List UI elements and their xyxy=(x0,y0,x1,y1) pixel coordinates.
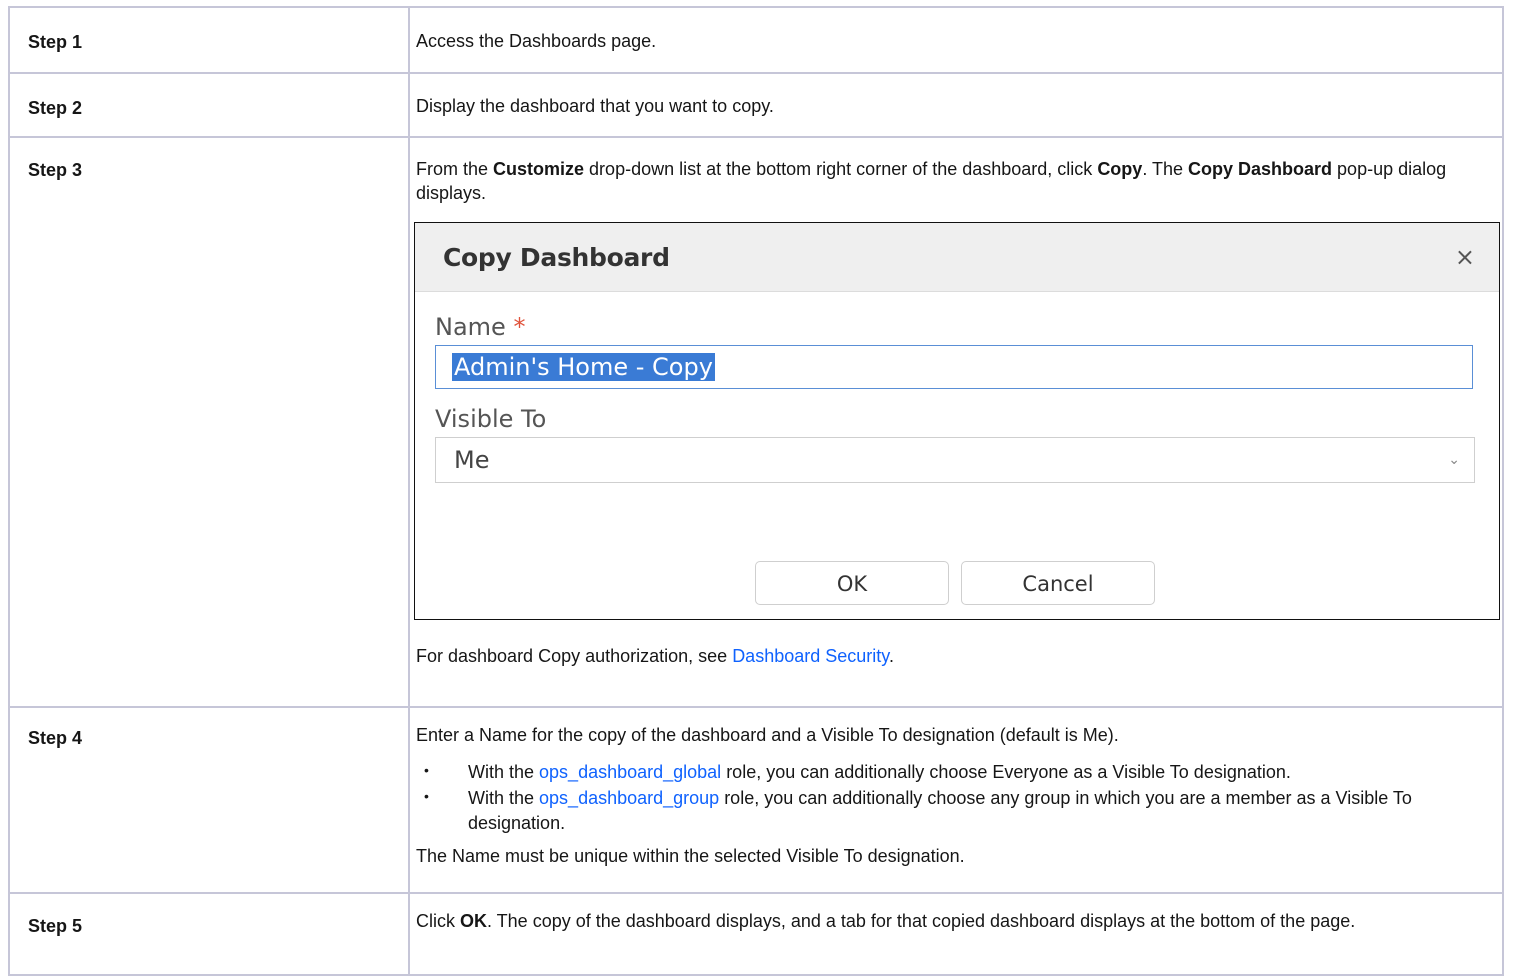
step-label: Step 1 xyxy=(28,32,83,52)
step-label: Step 3 xyxy=(28,160,83,180)
step-intro: Enter a Name for the copy of the dashboa… xyxy=(416,725,1119,745)
step-row: Step 3 From the Customize drop-down list… xyxy=(8,136,1504,708)
text-run: With the xyxy=(468,788,540,809)
step-label: Step 4 xyxy=(28,728,83,748)
text-run: drop-down list at the bottom right corne… xyxy=(584,159,1098,179)
bold-term: OK xyxy=(460,911,487,931)
cancel-button[interactable]: Cancel xyxy=(961,560,1155,605)
chevron-down-icon: ⌄ xyxy=(1448,451,1460,468)
visible-to-select[interactable]: Me ⌄ xyxy=(435,436,1475,483)
step-label: Step 5 xyxy=(28,916,83,936)
required-marker: * xyxy=(513,312,526,341)
step-description: Access the Dashboards page. xyxy=(416,31,657,51)
visible-to-label: Visible To xyxy=(435,404,547,433)
unique-name-note: The Name must be unique within the selec… xyxy=(416,845,965,866)
text-run: For dashboard Copy authorization, see xyxy=(416,645,733,666)
step-label: Step 2 xyxy=(28,98,83,118)
authorization-note: For dashboard Copy authorization, see Da… xyxy=(410,620,1502,667)
step-row: Step 1 Access the Dashboards page. xyxy=(8,6,1504,74)
ops-dashboard-group-link[interactable]: ops_dashboard_group xyxy=(539,788,719,808)
step-row: Step 5 Click OK. The copy of the dashboa… xyxy=(8,892,1504,976)
text-run: From the xyxy=(416,159,494,179)
list-item: With the ops_dashboard_group role, you c… xyxy=(424,786,1482,835)
steps-table: Step 1 Access the Dashboards page. Step … xyxy=(8,6,1504,976)
close-icon[interactable]: × xyxy=(1455,243,1475,271)
name-label-text: Name xyxy=(435,312,506,341)
name-label: Name * xyxy=(435,313,525,341)
text-run: Click xyxy=(416,911,460,931)
step-description: From the Customize drop-down list at the… xyxy=(410,138,1502,206)
step-description: Enter a Name for the copy of the dashboa… xyxy=(410,708,1502,869)
dialog-title: Copy Dashboard xyxy=(443,242,670,272)
text-run: role, you can additionally choose Everyo… xyxy=(721,761,1291,782)
ops-dashboard-global-link[interactable]: ops_dashboard_global xyxy=(539,762,721,782)
text-run: . xyxy=(888,645,894,666)
text-run: . The copy of the dashboard displays, an… xyxy=(487,911,1356,931)
dashboard-security-link[interactable]: Dashboard Security xyxy=(732,646,889,666)
bullet-list: With the ops_dashboard_global role, you … xyxy=(416,760,1482,835)
bold-term: Copy xyxy=(1097,159,1143,179)
dialog-header: Copy Dashboard × xyxy=(415,222,1499,292)
step-row: Step 4 Enter a Name for the copy of the … xyxy=(8,706,1504,894)
step-description: Click OK. The copy of the dashboard disp… xyxy=(410,894,1502,934)
step-row: Step 2 Display the dashboard that you wa… xyxy=(8,72,1504,138)
text-run: With the xyxy=(468,761,540,782)
name-input[interactable]: Admin's Home - Copy xyxy=(435,344,1473,389)
bold-term: Customize xyxy=(493,159,585,179)
text-run: . The xyxy=(1142,159,1189,179)
copy-dashboard-dialog: Copy Dashboard × Name * Admin's Home - C… xyxy=(414,221,1500,620)
name-input-value: Admin's Home - Copy xyxy=(452,352,715,381)
bold-term: Copy Dashboard xyxy=(1188,159,1333,179)
ok-button[interactable]: OK xyxy=(755,560,949,605)
step-description: Display the dashboard that you want to c… xyxy=(416,96,774,116)
list-item: With the ops_dashboard_global role, you … xyxy=(424,760,1482,784)
visible-to-value: Me xyxy=(454,445,490,474)
